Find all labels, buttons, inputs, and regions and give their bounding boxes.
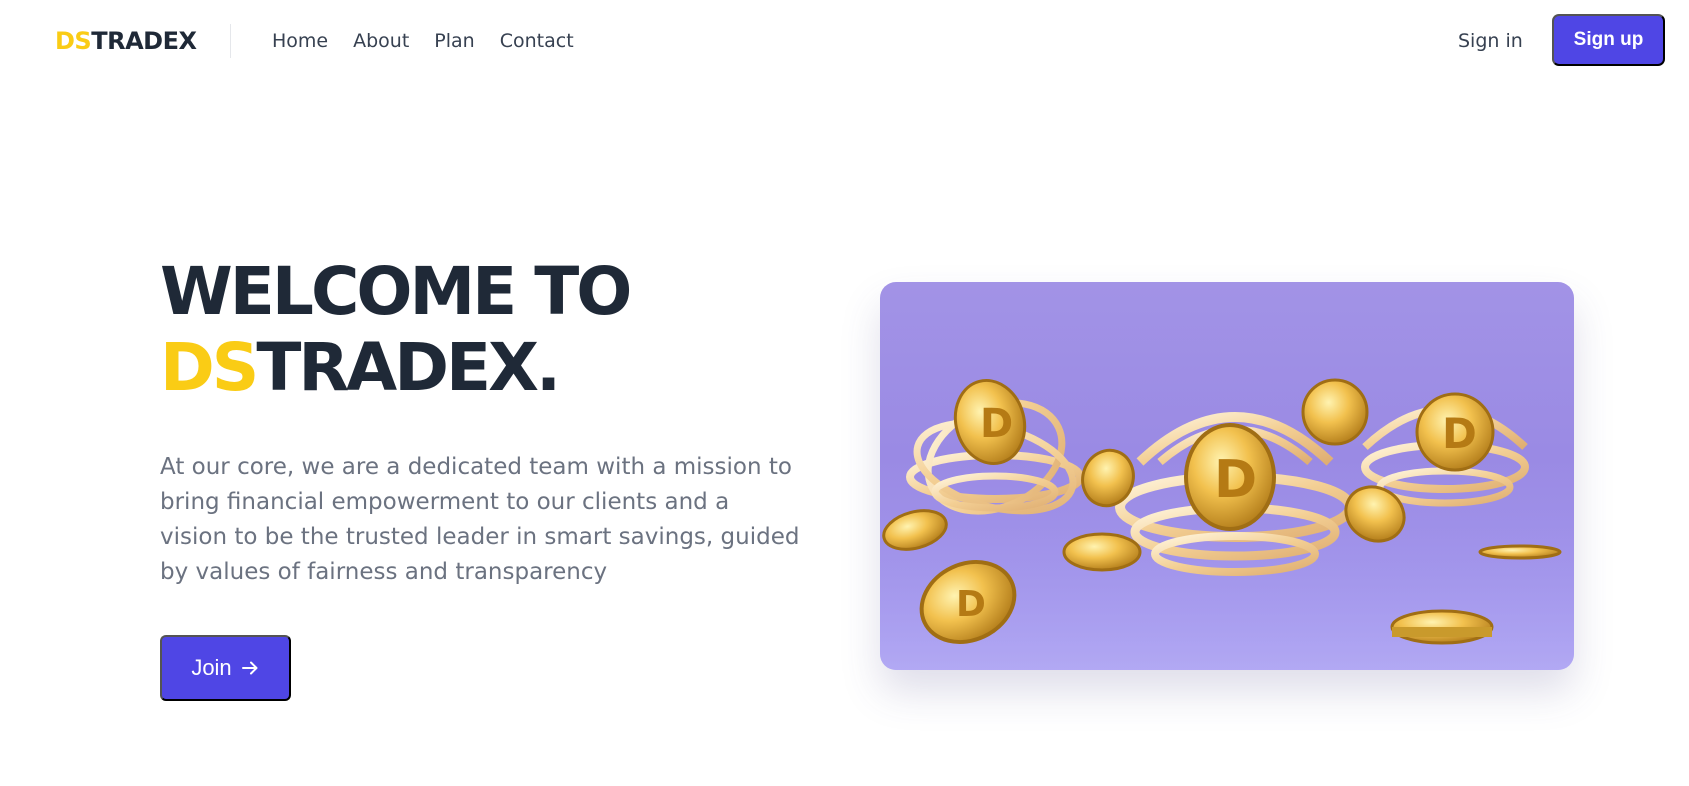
- coin: [1301, 378, 1369, 446]
- site-header: DSTRADEX Home About Plan Contact Sign in…: [0, 0, 1689, 84]
- signup-button[interactable]: Sign up: [1552, 14, 1665, 66]
- coin: [1478, 544, 1562, 560]
- hero-title-rest: TRADEX.: [256, 329, 561, 406]
- main-nav: Home About Plan Contact: [272, 28, 599, 54]
- logo-text: TRADEX: [91, 27, 197, 55]
- nav-home[interactable]: Home: [272, 28, 328, 54]
- hero-description: At our core, we are a dedicated team wit…: [160, 454, 800, 585]
- join-button[interactable]: Join: [160, 635, 291, 701]
- header-divider: [230, 24, 231, 58]
- svg-text:D: D: [956, 584, 986, 625]
- arrow-right-icon: [241, 661, 258, 675]
- logo-accent: DS: [55, 27, 92, 55]
- coins-illustration: D D D D: [880, 378, 1574, 670]
- coin: [1062, 532, 1142, 572]
- nav-plan[interactable]: Plan: [434, 28, 474, 54]
- hero-title-accent: DS: [160, 329, 259, 406]
- signin-link[interactable]: Sign in: [1458, 28, 1523, 54]
- coin: D: [1415, 392, 1495, 472]
- hero-title: WELCOME TO DSTRADEX.: [160, 253, 632, 406]
- coin: D: [1184, 423, 1276, 531]
- nav-about[interactable]: About: [353, 28, 409, 54]
- svg-text:D: D: [1442, 409, 1477, 458]
- hero-image: D D D D: [880, 282, 1574, 670]
- svg-text:D: D: [1214, 450, 1257, 510]
- svg-text:D: D: [980, 401, 1013, 447]
- coin: [1390, 609, 1494, 645]
- hero-title-line1: WELCOME TO: [160, 253, 632, 330]
- nav-contact[interactable]: Contact: [500, 28, 574, 54]
- logo[interactable]: DSTRADEX: [55, 26, 197, 56]
- join-label: Join: [191, 655, 232, 680]
- coin: [1081, 448, 1135, 508]
